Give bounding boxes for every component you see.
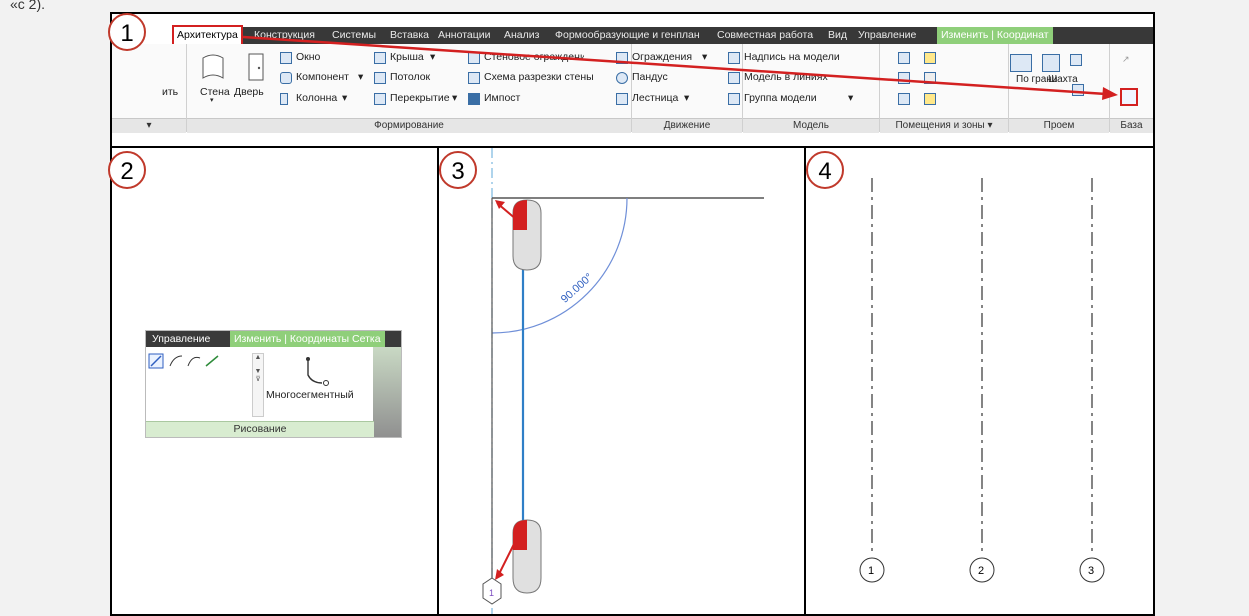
grid-label-2: 2: [978, 565, 984, 577]
tab-manage-small[interactable]: Управление: [152, 331, 210, 347]
callout-1: 1: [108, 13, 146, 51]
draw-tools: [148, 353, 219, 369]
grid-label-3: 3: [1088, 565, 1094, 577]
mouse-bottom-icon: [512, 519, 542, 594]
draw-panel: Управление Изменить | Координаты Сетка ▲…: [145, 330, 402, 438]
draw-panel-tabs: Управление Изменить | Координаты Сетка: [146, 331, 401, 347]
panel3-drawing: 90.000° 1: [482, 148, 764, 614]
multisegment-button[interactable]: Многосегментный: [266, 389, 354, 401]
tool-scroll[interactable]: ▲ ▼ ⊽: [252, 353, 264, 417]
annotation-arrow: [242, 35, 1118, 100]
multisegment-icon: [306, 357, 329, 386]
grid-label-1: 1: [868, 565, 874, 577]
angle-dimension: 90.000°: [559, 271, 595, 305]
tab-modify-grid-small[interactable]: Изменить | Координаты Сетка: [230, 331, 385, 347]
callout-2: 2: [108, 151, 146, 189]
mouse-top-icon: [512, 199, 542, 271]
panel4-drawing: 1 2 3: [859, 178, 1105, 583]
callout-4: 4: [806, 151, 844, 189]
panel-side-bar: [373, 347, 401, 437]
grid-bubble-label: 1: [489, 588, 494, 598]
group-draw: Рисование: [146, 421, 374, 437]
callout-3: 3: [439, 151, 477, 189]
